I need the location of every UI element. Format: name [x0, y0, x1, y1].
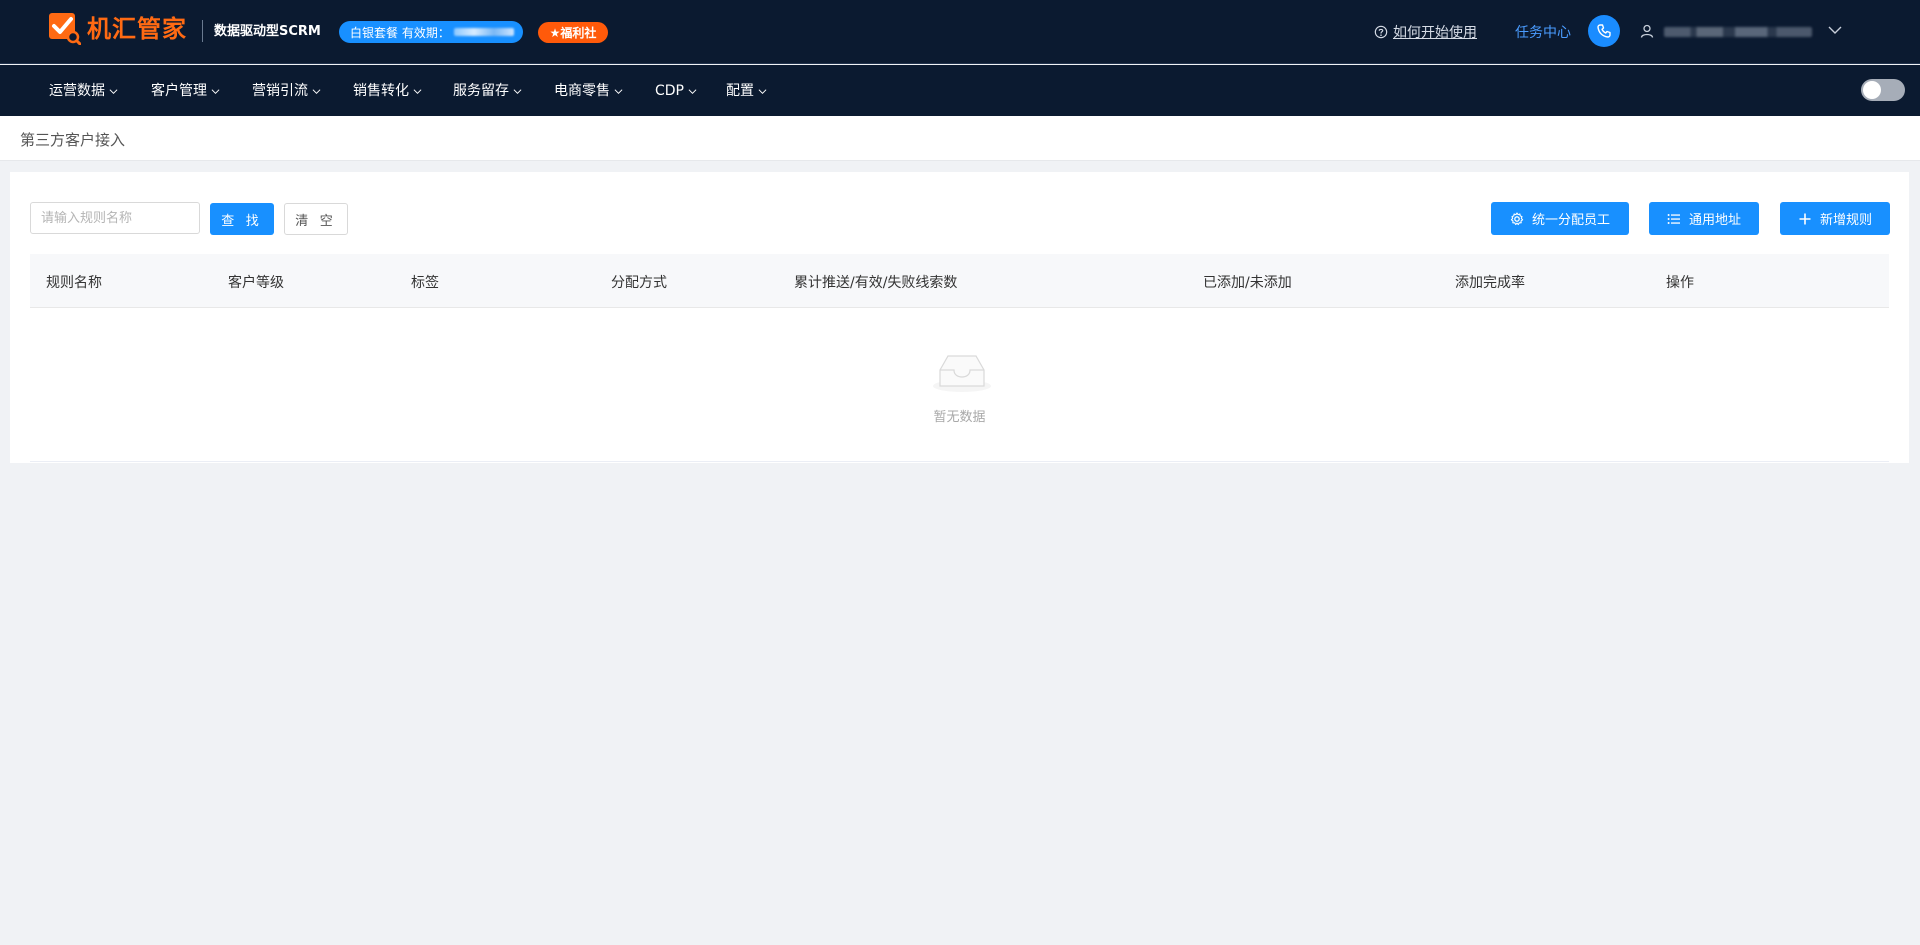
top-header: 机汇管家 数据驱动型SCRM 白银套餐 有效期： ★福利社 如何开始使用 任务中… — [0, 0, 1920, 64]
logo[interactable]: 机汇管家 — [49, 13, 187, 45]
package-label: 白银套餐 有效期： — [350, 25, 450, 40]
chevron-down-icon — [758, 88, 767, 94]
add-rule-label: 新增规则 — [1819, 213, 1872, 228]
nav-item-operations-data[interactable]: 运营数据 — [49, 81, 118, 101]
nav-item-cdp[interactable]: CDP — [655, 81, 697, 101]
column-header: 客户等级 — [228, 275, 284, 291]
slogan: 数据驱动型SCRM — [214, 24, 321, 39]
nav-item-label: 客户管理 — [151, 83, 207, 99]
column-header: 操作 — [1666, 275, 1694, 291]
package-badge: 白银套餐 有效期： — [339, 21, 523, 43]
table-header: 规则名称 客户等级 标签 分配方式 累计推送/有效/失败线索数 已添加/未添加 … — [30, 254, 1889, 308]
add-rule-button[interactable]: 新增规则 — [1780, 202, 1890, 235]
plus-icon — [1799, 213, 1811, 224]
header-divider — [202, 20, 203, 42]
common-address-button[interactable]: 通用地址 — [1649, 202, 1759, 235]
clear-button[interactable]: 清 空 — [284, 203, 348, 235]
help-link[interactable]: 如何开始使用 — [1374, 22, 1477, 42]
chevron-down-icon — [109, 88, 118, 94]
column-header: 分配方式 — [611, 275, 667, 291]
nav-item-customer-management[interactable]: 客户管理 — [151, 81, 220, 101]
toggle-knob — [1863, 81, 1881, 99]
nav-item-label: 电商零售 — [554, 83, 610, 99]
gear-icon — [1510, 211, 1524, 225]
logo-icon — [49, 13, 81, 45]
user-icon — [1640, 24, 1654, 38]
welfare-badge[interactable]: ★福利社 — [538, 22, 608, 43]
nav-item-config[interactable]: 配置 — [726, 81, 767, 101]
list-icon — [1667, 213, 1680, 224]
nav-item-service-retention[interactable]: 服务留存 — [453, 81, 522, 101]
chevron-down-icon — [513, 88, 522, 94]
chevron-down-icon — [413, 88, 422, 94]
rules-table: 规则名称 客户等级 标签 分配方式 累计推送/有效/失败线索数 已添加/未添加 … — [30, 254, 1889, 462]
empty-state: 暂无数据 — [30, 308, 1889, 462]
question-circle-icon — [1374, 25, 1388, 39]
column-header: 添加完成率 — [1455, 275, 1525, 291]
chevron-down-icon — [688, 88, 697, 94]
username-redacted[interactable] — [1664, 27, 1812, 37]
nav-item-label: 运营数据 — [49, 83, 105, 99]
rule-name-search-input[interactable] — [30, 202, 200, 234]
chevron-down-icon[interactable] — [1827, 22, 1843, 38]
nav-item-label: 服务留存 — [453, 83, 509, 99]
content-panel: 查 找 清 空 统一分配员工 通用地址 新增规则 规则名称 客户等级 标签 分配… — [10, 172, 1909, 463]
logo-text: 机汇管家 — [87, 15, 187, 43]
column-header: 已添加/未添加 — [1203, 275, 1292, 291]
page-header: 第三方客户接入 — [0, 116, 1920, 161]
nav-item-label: 配置 — [726, 83, 754, 99]
column-header: 累计推送/有效/失败线索数 — [794, 275, 958, 291]
main-nav: 运营数据 客户管理 营销引流 销售转化 服务留存 电商零售 CDP 配置 — [0, 65, 1920, 116]
search-button[interactable]: 查 找 — [210, 203, 274, 235]
page-title: 第三方客户接入 — [20, 131, 126, 149]
chevron-down-icon — [312, 88, 321, 94]
empty-text: 暂无数据 — [933, 410, 986, 425]
assign-staff-label: 统一分配员工 — [1531, 213, 1610, 228]
phone-icon — [1597, 24, 1611, 38]
theme-toggle[interactable] — [1861, 79, 1905, 101]
empty-inbox-icon — [933, 355, 991, 392]
column-header: 规则名称 — [46, 275, 102, 291]
phone-button[interactable] — [1588, 15, 1620, 47]
nav-item-sales-conversion[interactable]: 销售转化 — [353, 81, 422, 101]
help-label: 如何开始使用 — [1393, 25, 1477, 41]
column-header: 标签 — [411, 275, 439, 291]
task-center-link[interactable]: 任务中心 — [1515, 22, 1571, 42]
nav-item-ecommerce[interactable]: 电商零售 — [554, 81, 623, 101]
assign-staff-button[interactable]: 统一分配员工 — [1491, 202, 1629, 235]
package-expiry-redacted — [453, 28, 514, 36]
nav-item-label: 营销引流 — [252, 83, 308, 99]
nav-item-marketing[interactable]: 营销引流 — [252, 81, 321, 101]
nav-item-label: CDP — [655, 83, 684, 99]
nav-item-label: 销售转化 — [353, 83, 409, 99]
chevron-down-icon — [614, 88, 623, 94]
chevron-down-icon — [211, 88, 220, 94]
common-address-label: 通用地址 — [1688, 213, 1741, 228]
